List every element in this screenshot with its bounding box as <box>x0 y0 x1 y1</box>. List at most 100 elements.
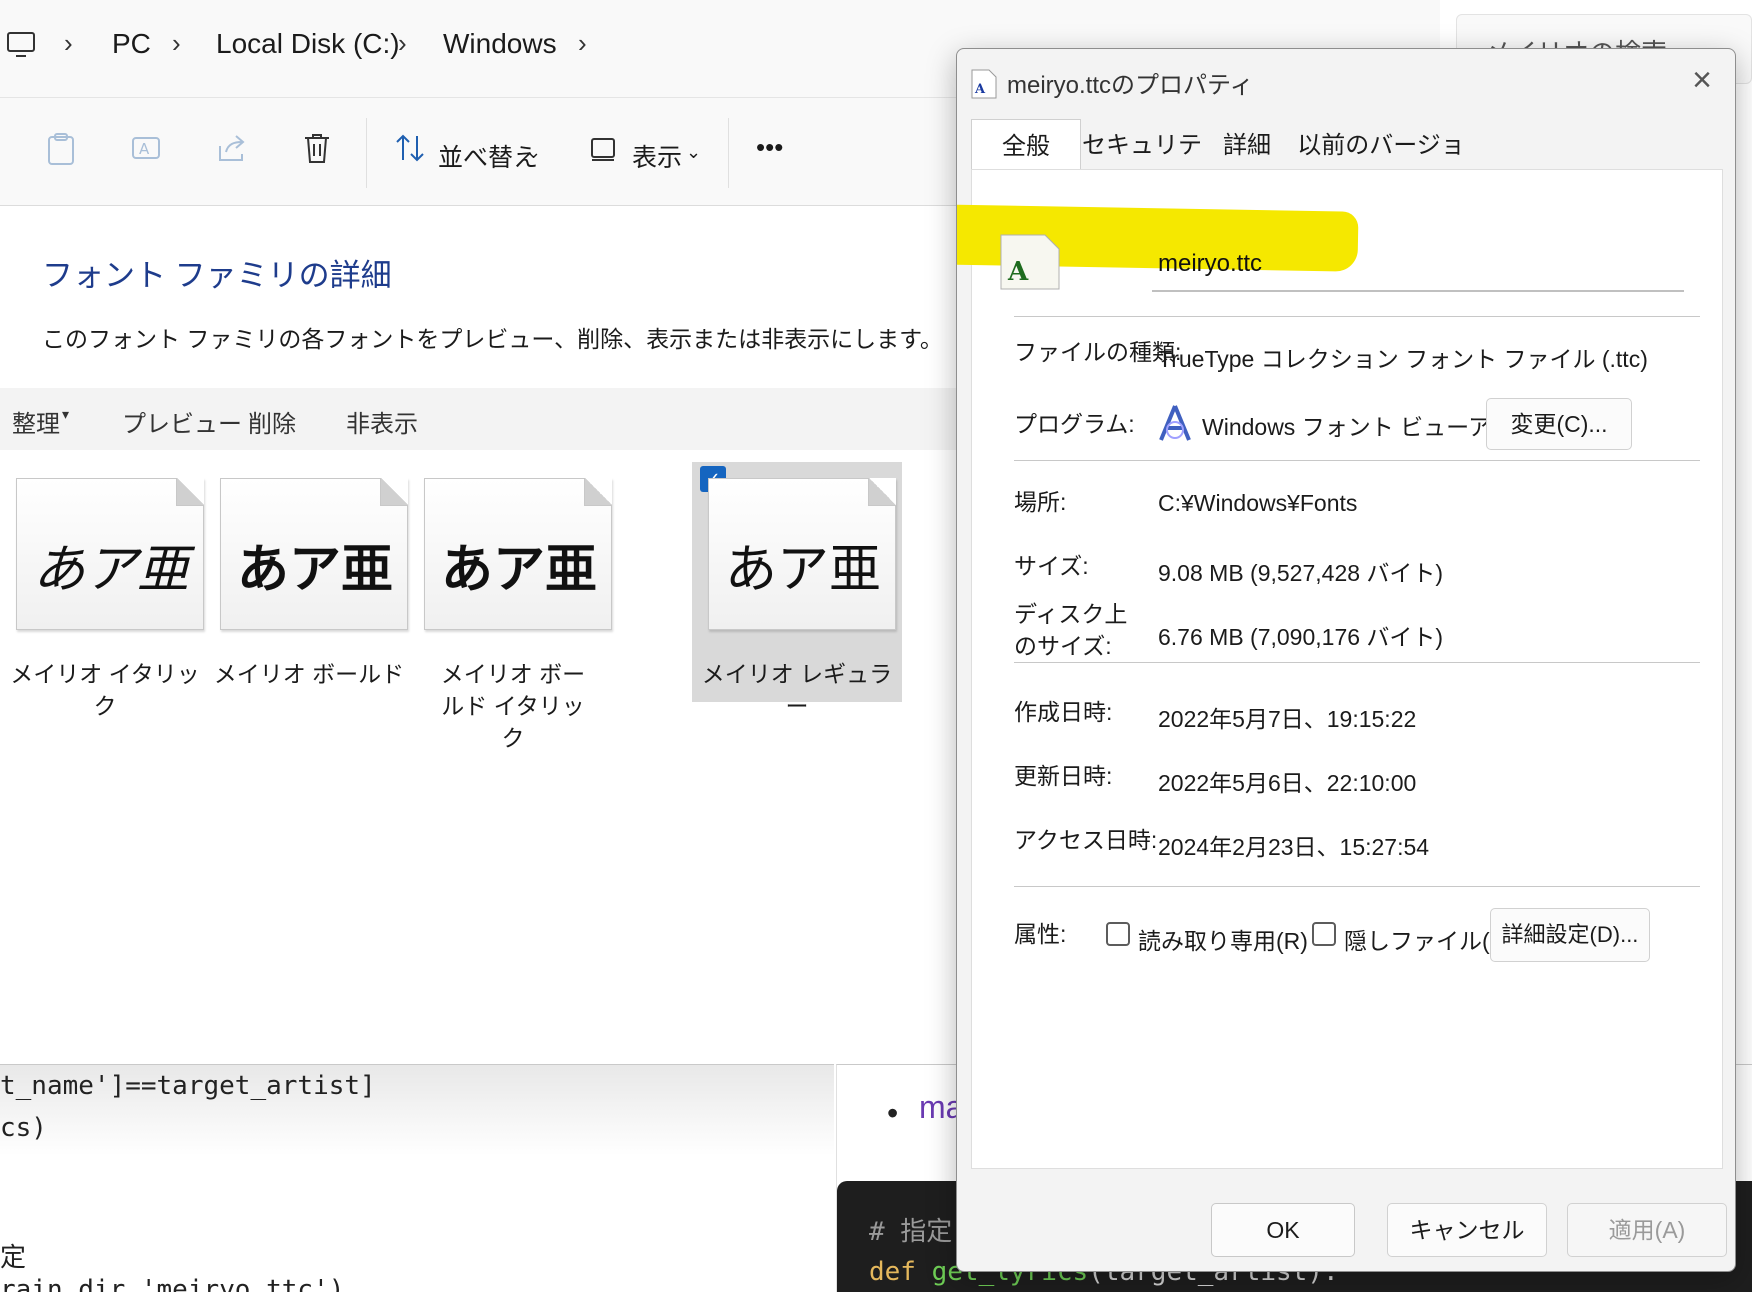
size-label: サイズ: <box>1014 553 1089 579</box>
chevron-down-icon: ⌄ <box>686 142 702 162</box>
readonly-label[interactable]: 読み取り専用(R) <box>1138 922 1308 956</box>
font-item-regular[interactable]: ✓ あア亜 メイリオ レギュラー <box>692 462 902 719</box>
file-name-input[interactable]: meiryo.ttc <box>1152 242 1684 292</box>
program-label: プログラム: <box>1014 411 1135 437</box>
breadcrumb-pc[interactable]: PC <box>112 28 151 60</box>
font-file-icon: A <box>971 69 997 99</box>
divider <box>1014 316 1700 317</box>
font-file-icon: A <box>1000 234 1060 290</box>
rename-icon[interactable]: A <box>130 132 162 169</box>
font-viewer-icon <box>1158 404 1192 447</box>
change-program-button[interactable]: 変更(C)... <box>1486 398 1632 450</box>
font-item-italic[interactable]: あア亜 メイリオ イタリック <box>0 462 210 719</box>
program-value: Windows フォント ビューアー <box>1202 414 1513 440</box>
file-type-label: ファイルの種類: <box>1014 339 1182 365</box>
sort-button[interactable]: 並べ替え <box>438 138 538 174</box>
font-preview-icon: あア亜 <box>16 478 204 630</box>
font-sample: あア亜 <box>32 540 189 600</box>
toolbar-divider <box>728 118 729 188</box>
tab-security[interactable]: セキュリティ <box>1081 119 1203 213</box>
code-line: t_name']==target_artist] <box>0 1071 376 1101</box>
readonly-checkbox[interactable] <box>1106 922 1130 946</box>
modified-label: 更新日時: <box>1014 763 1113 789</box>
chevron-right-icon: › <box>64 28 73 58</box>
apply-button[interactable]: 適用(A) <box>1567 1203 1727 1257</box>
toolbar-divider <box>366 118 367 188</box>
organize-button[interactable]: 整理 <box>12 404 60 439</box>
bullet-icon: • <box>887 1095 899 1131</box>
font-name-label: メイリオ イタリック <box>10 661 200 719</box>
tab-previous-versions[interactable]: 以前のバージョン <box>1291 119 1471 213</box>
close-button[interactable]: × <box>1679 57 1725 103</box>
created-label: 作成日時: <box>1014 699 1113 725</box>
page-description: このフォント ファミリの各フォントをプレビュー、削除、表示または非表示にします。 <box>42 326 943 352</box>
delete-icon[interactable] <box>302 132 332 169</box>
size-value: 9.08 MB (9,527,428 バイト) <box>1158 560 1444 586</box>
divider <box>1014 662 1700 663</box>
accessed-label: アクセス日時: <box>1014 827 1158 853</box>
sort-icon[interactable] <box>394 132 426 169</box>
disk-size-label-line2: のサイズ: <box>1014 633 1112 659</box>
created-value: 2022年5月7日、19:15:22 <box>1158 706 1417 732</box>
ok-button[interactable]: OK <box>1211 1203 1355 1257</box>
font-name-label: メイリオ ボールド <box>213 661 405 687</box>
font-item-bold-italic[interactable]: あア亜 メイリオ ボールド イタリック <box>408 462 618 751</box>
font-command-bar: 整理 ▾ プレビュー 削除 非表示 <box>0 388 958 450</box>
tab-general[interactable]: 全般 <box>971 119 1081 173</box>
font-name-label: メイリオ ボールド イタリック <box>440 661 586 751</box>
code-editor-fragment: t_name']==target_artist] cs) 定 rain_dir,… <box>0 1064 834 1292</box>
code-line: cs) <box>0 1113 47 1143</box>
file-name-value: meiryo.ttc <box>1158 250 1263 277</box>
view-button[interactable]: 表示 <box>632 138 682 174</box>
modified-value: 2022年5月6日、22:10:00 <box>1158 770 1417 796</box>
font-preview-icon: あア亜 <box>708 478 896 630</box>
hidden-label[interactable]: 隠しファイル(H) <box>1344 922 1514 956</box>
font-sample: あア亜 <box>724 540 881 600</box>
chevron-down-icon: ⌄ <box>526 142 542 162</box>
divider <box>1014 886 1700 887</box>
code-keyword: def <box>869 1257 916 1287</box>
code-line: rain_dir,'meiryo.ttc') <box>0 1275 345 1292</box>
computer-icon[interactable] <box>6 30 36 65</box>
svg-text:A: A <box>139 140 150 158</box>
more-options-button[interactable]: ••• <box>756 132 783 163</box>
properties-dialog: A meiryo.ttcのプロパティ × 全般 セキュリティ 詳細 以前のバージ… <box>956 48 1736 1272</box>
svg-text:A: A <box>974 82 986 97</box>
accessed-value: 2024年2月23日、15:27:54 <box>1158 834 1430 860</box>
font-sample: あア亜 <box>236 540 393 600</box>
tab-details[interactable]: 詳細 <box>1203 119 1291 173</box>
cancel-button[interactable]: キャンセル <box>1387 1203 1547 1257</box>
svg-text:A: A <box>1007 257 1029 287</box>
explorer-toolbar: A 並べ替え ⌄ 表示 ⌄ ••• <box>0 98 958 206</box>
location-label: 場所: <box>1014 489 1067 515</box>
share-icon[interactable] <box>216 132 248 169</box>
paste-icon[interactable] <box>46 132 76 171</box>
disk-size-value: 6.76 MB (7,090,176 バイト) <box>1158 624 1444 650</box>
file-type-value: TrueType コレクション フォント ファイル (.ttc) <box>1158 346 1648 372</box>
general-tab-panel: A meiryo.ttc ファイルの種類: TrueType コレクション フォ… <box>957 169 1723 1169</box>
disk-size-label-line1: ディスク上 <box>1014 601 1128 627</box>
preview-button[interactable]: プレビュー <box>122 404 242 439</box>
hide-button[interactable]: 非表示 <box>346 404 418 439</box>
font-preview-icon: あア亜 <box>424 478 612 630</box>
attributes-label: 属性: <box>1014 921 1067 947</box>
code-comment: # 指定 <box>869 1217 953 1247</box>
chevron-right-icon[interactable]: › <box>578 28 587 59</box>
divider <box>1014 460 1700 461</box>
view-icon[interactable] <box>590 136 616 167</box>
font-name-label: メイリオ レギュラー <box>701 661 893 719</box>
chevron-right-icon: › <box>398 28 407 58</box>
dropdown-arrow-icon: ▾ <box>62 406 70 422</box>
breadcrumb-windows[interactable]: Windows <box>443 28 557 60</box>
dialog-title: meiryo.ttcのプロパティ <box>1007 72 1254 99</box>
location-value: C:¥Windows¥Fonts <box>1158 490 1358 516</box>
advanced-button[interactable]: 詳細設定(D)... <box>1490 908 1650 962</box>
delete-button[interactable]: 削除 <box>248 404 296 439</box>
font-sample: あア亜 <box>440 540 597 600</box>
breadcrumb-local-disk[interactable]: Local Disk (C:) <box>216 28 400 60</box>
code-line: 定 <box>0 1243 27 1273</box>
font-preview-icon: あア亜 <box>220 478 408 630</box>
page-title: フォント ファミリの詳細 <box>42 258 392 293</box>
font-item-bold[interactable]: あア亜 メイリオ ボールド <box>204 462 414 702</box>
hidden-checkbox[interactable] <box>1312 922 1336 946</box>
